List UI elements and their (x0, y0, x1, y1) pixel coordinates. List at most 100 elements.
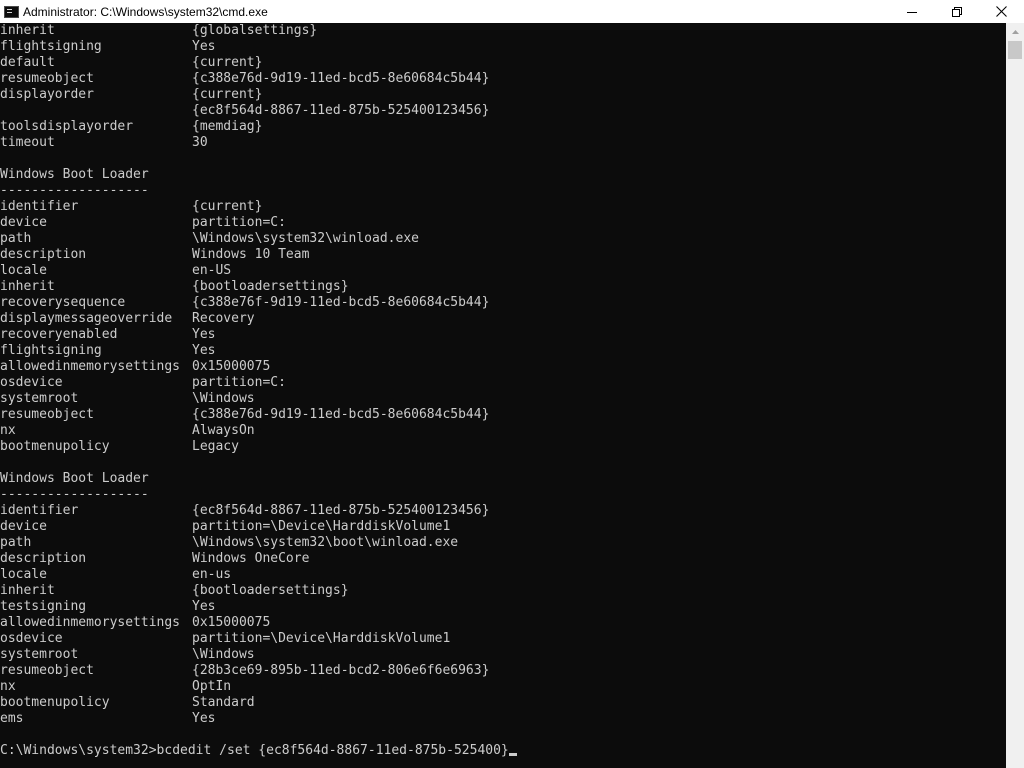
console-value: Yes (192, 599, 216, 614)
console-line: bootmenupolicy Standard (0, 695, 1006, 711)
console-key: toolsdisplayorder (0, 119, 134, 134)
console-key: identifier (0, 503, 79, 518)
console-value: {current} (192, 87, 263, 102)
console-key: bootmenupolicy (0, 695, 110, 710)
scrollbar-thumb[interactable] (1008, 41, 1022, 59)
cmd-window: Administrator: C:\Windows\system32\cmd.e… (0, 0, 1024, 768)
console-value: {ec8f564d-8867-11ed-875b-525400123456} (192, 103, 490, 118)
console-key: description (0, 551, 87, 566)
console-key: ------------------- (0, 183, 149, 198)
console-key: allowedinmemorysettings (0, 615, 181, 630)
console-line: displaymessageoverride Recovery (0, 311, 1006, 327)
console-value: 0x15000075 (192, 615, 271, 630)
console-key: timeout (0, 135, 55, 150)
console-key: path (0, 231, 32, 246)
minimize-button[interactable] (889, 0, 934, 23)
console-line: description Windows 10 Team (0, 247, 1006, 263)
console-key: ------------------- (0, 487, 149, 502)
console-key: osdevice (0, 631, 63, 646)
console-line: Windows Boot Loader (0, 471, 1006, 487)
console-line: device partition=C: (0, 215, 1006, 231)
console-key: recoveryenabled (0, 327, 118, 342)
console-key: allowedinmemorysettings (0, 359, 181, 374)
console-value: {current} (192, 55, 263, 70)
window-title: Administrator: C:\Windows\system32\cmd.e… (23, 4, 268, 19)
console-line: nx AlwaysOn (0, 423, 1006, 439)
console-value: partition=C: (192, 375, 286, 390)
console-line: identifier {ec8f564d-8867-11ed-875b-52540… (0, 503, 1006, 519)
scroll-up-button[interactable] (1006, 23, 1024, 40)
title-bar[interactable]: Administrator: C:\Windows\system32\cmd.e… (0, 0, 1024, 23)
console-value: Yes (192, 39, 216, 54)
console-line: osdevice partition=\Device\HarddiskVolume… (0, 631, 1006, 647)
console-line: testsigning Yes (0, 599, 1006, 615)
console-key: recoverysequence (0, 295, 126, 310)
console-line: inherit {bootloadersettings} (0, 279, 1006, 295)
console-line: systemroot \Windows (0, 391, 1006, 407)
console-lines: inherit {globalsettings} flightsigning Yes d… (0, 23, 1006, 743)
console-value: partition=C: (192, 215, 286, 230)
console-value: {current} (192, 199, 263, 214)
console-line: allowedinmemorysettings 0x15000075 (0, 615, 1006, 631)
console-line: flightsigning Yes (0, 39, 1006, 55)
console-output[interactable]: inherit {globalsettings} flightsigning Yes d… (0, 23, 1006, 768)
console-key: ems (0, 711, 24, 726)
console-key: Windows Boot Loader (0, 167, 149, 182)
console-key: inherit (0, 279, 55, 294)
console-key: flightsigning (0, 343, 102, 358)
console-line: flightsigning Yes (0, 343, 1006, 359)
console-value: Windows OneCore (192, 551, 310, 566)
console-value: \Windows (192, 391, 255, 406)
close-button[interactable] (979, 0, 1024, 23)
console-value: \Windows\system32\winload.exe (192, 231, 419, 246)
console-line: bootmenupolicy Legacy (0, 439, 1006, 455)
console-value: {c388e76f-9d19-11ed-bcd5-8e60684c5b44} (192, 295, 490, 310)
console-line: {ec8f564d-8867-11ed-875b-525400123456} (0, 103, 1006, 119)
console-value: partition=\Device\HarddiskVolume1 (192, 631, 451, 646)
console-key: path (0, 535, 32, 550)
console-line: path \Windows\system32\boot\winload.exe (0, 535, 1006, 551)
vertical-scrollbar[interactable] (1006, 23, 1024, 768)
console-line: recoverysequence {c388e76f-9d19-11ed-bcd5… (0, 295, 1006, 311)
console-key: inherit (0, 23, 55, 38)
console-key: default (0, 55, 55, 70)
console-value: {bootloadersettings} (192, 583, 349, 598)
console-value: Yes (192, 343, 216, 358)
console-value: en-US (192, 263, 232, 278)
console-key: identifier (0, 199, 79, 214)
console-value: Legacy (192, 439, 239, 454)
console-value: Windows 10 Team (192, 247, 310, 262)
console-key: resumeobject (0, 663, 94, 678)
console-value: {globalsettings} (192, 23, 318, 38)
close-icon (996, 6, 1007, 17)
command-prompt-line[interactable]: C:\Windows\system32>bcdedit /set {ec8f56… (0, 743, 1006, 759)
console-line: inherit {bootloadersettings} (0, 583, 1006, 599)
console-line: recoveryenabled Yes (0, 327, 1006, 343)
console-line: allowedinmemorysettings 0x15000075 (0, 359, 1006, 375)
console-value: en-us (192, 567, 232, 582)
console-line: device partition=\Device\HarddiskVolume1 (0, 519, 1006, 535)
console-line: default {current} (0, 55, 1006, 71)
console-key: displaymessageoverride (0, 311, 173, 326)
console-line: ------------------- (0, 183, 1006, 199)
cmd-icon[interactable] (4, 5, 19, 18)
console-value: \Windows (192, 647, 255, 662)
console-key: systemroot (0, 647, 79, 662)
console-value: {memdiag} (192, 119, 263, 134)
console-value: partition=\Device\HarddiskVolume1 (192, 519, 451, 534)
console-line: timeout 30 (0, 135, 1006, 151)
command-input[interactable]: bcdedit /set {ec8f564d-8867-11ed-875b-52… (157, 743, 509, 758)
scroll-up-arrow-icon (1011, 29, 1019, 34)
console-key: displayorder (0, 87, 94, 102)
console-key: description (0, 247, 87, 262)
console-line: toolsdisplayorder {memdiag} (0, 119, 1006, 135)
console-key: resumeobject (0, 407, 94, 422)
console-key: locale (0, 567, 47, 582)
restore-button[interactable] (934, 0, 979, 23)
console-line: path \Windows\system32\winload.exe (0, 231, 1006, 247)
window-controls (889, 0, 1024, 23)
console-key: osdevice (0, 375, 63, 390)
